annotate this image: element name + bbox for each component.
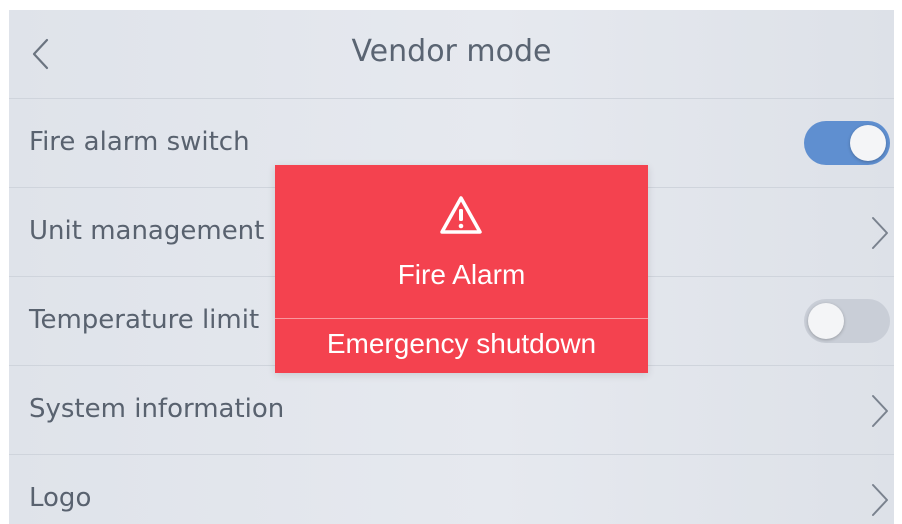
toggle-knob bbox=[808, 303, 844, 339]
alarm-title: Fire Alarm bbox=[397, 259, 526, 290]
vendor-mode-screen: Vendor mode Fire alarm switch Unit manag… bbox=[9, 10, 894, 524]
chevron-right-icon bbox=[872, 395, 888, 427]
temperature-limit-toggle[interactable] bbox=[804, 299, 890, 343]
fire-alarm-dialog: Fire Alarm Emergency shutdown bbox=[275, 165, 648, 373]
alarm-divider bbox=[275, 318, 648, 319]
system-information-label: System information bbox=[29, 394, 285, 424]
temperature-limit-label: Temperature limit bbox=[29, 305, 260, 335]
logo-label: Logo bbox=[29, 483, 92, 513]
toggle-knob bbox=[850, 125, 886, 161]
fire-alarm-switch-label: Fire alarm switch bbox=[29, 127, 250, 157]
unit-management-label: Unit management bbox=[29, 216, 265, 246]
settings-row-logo[interactable]: Logo bbox=[9, 455, 894, 524]
fire-alarm-toggle[interactable] bbox=[804, 121, 890, 165]
emergency-shutdown-button[interactable]: Emergency shutdown bbox=[275, 328, 648, 360]
chevron-right-icon bbox=[872, 217, 888, 249]
settings-row-system-information[interactable]: System information bbox=[9, 366, 894, 455]
header-bar: Vendor mode bbox=[9, 10, 894, 99]
page-title: Vendor mode bbox=[351, 34, 552, 69]
warning-triangle-icon bbox=[440, 196, 482, 234]
chevron-right-icon bbox=[872, 484, 888, 516]
